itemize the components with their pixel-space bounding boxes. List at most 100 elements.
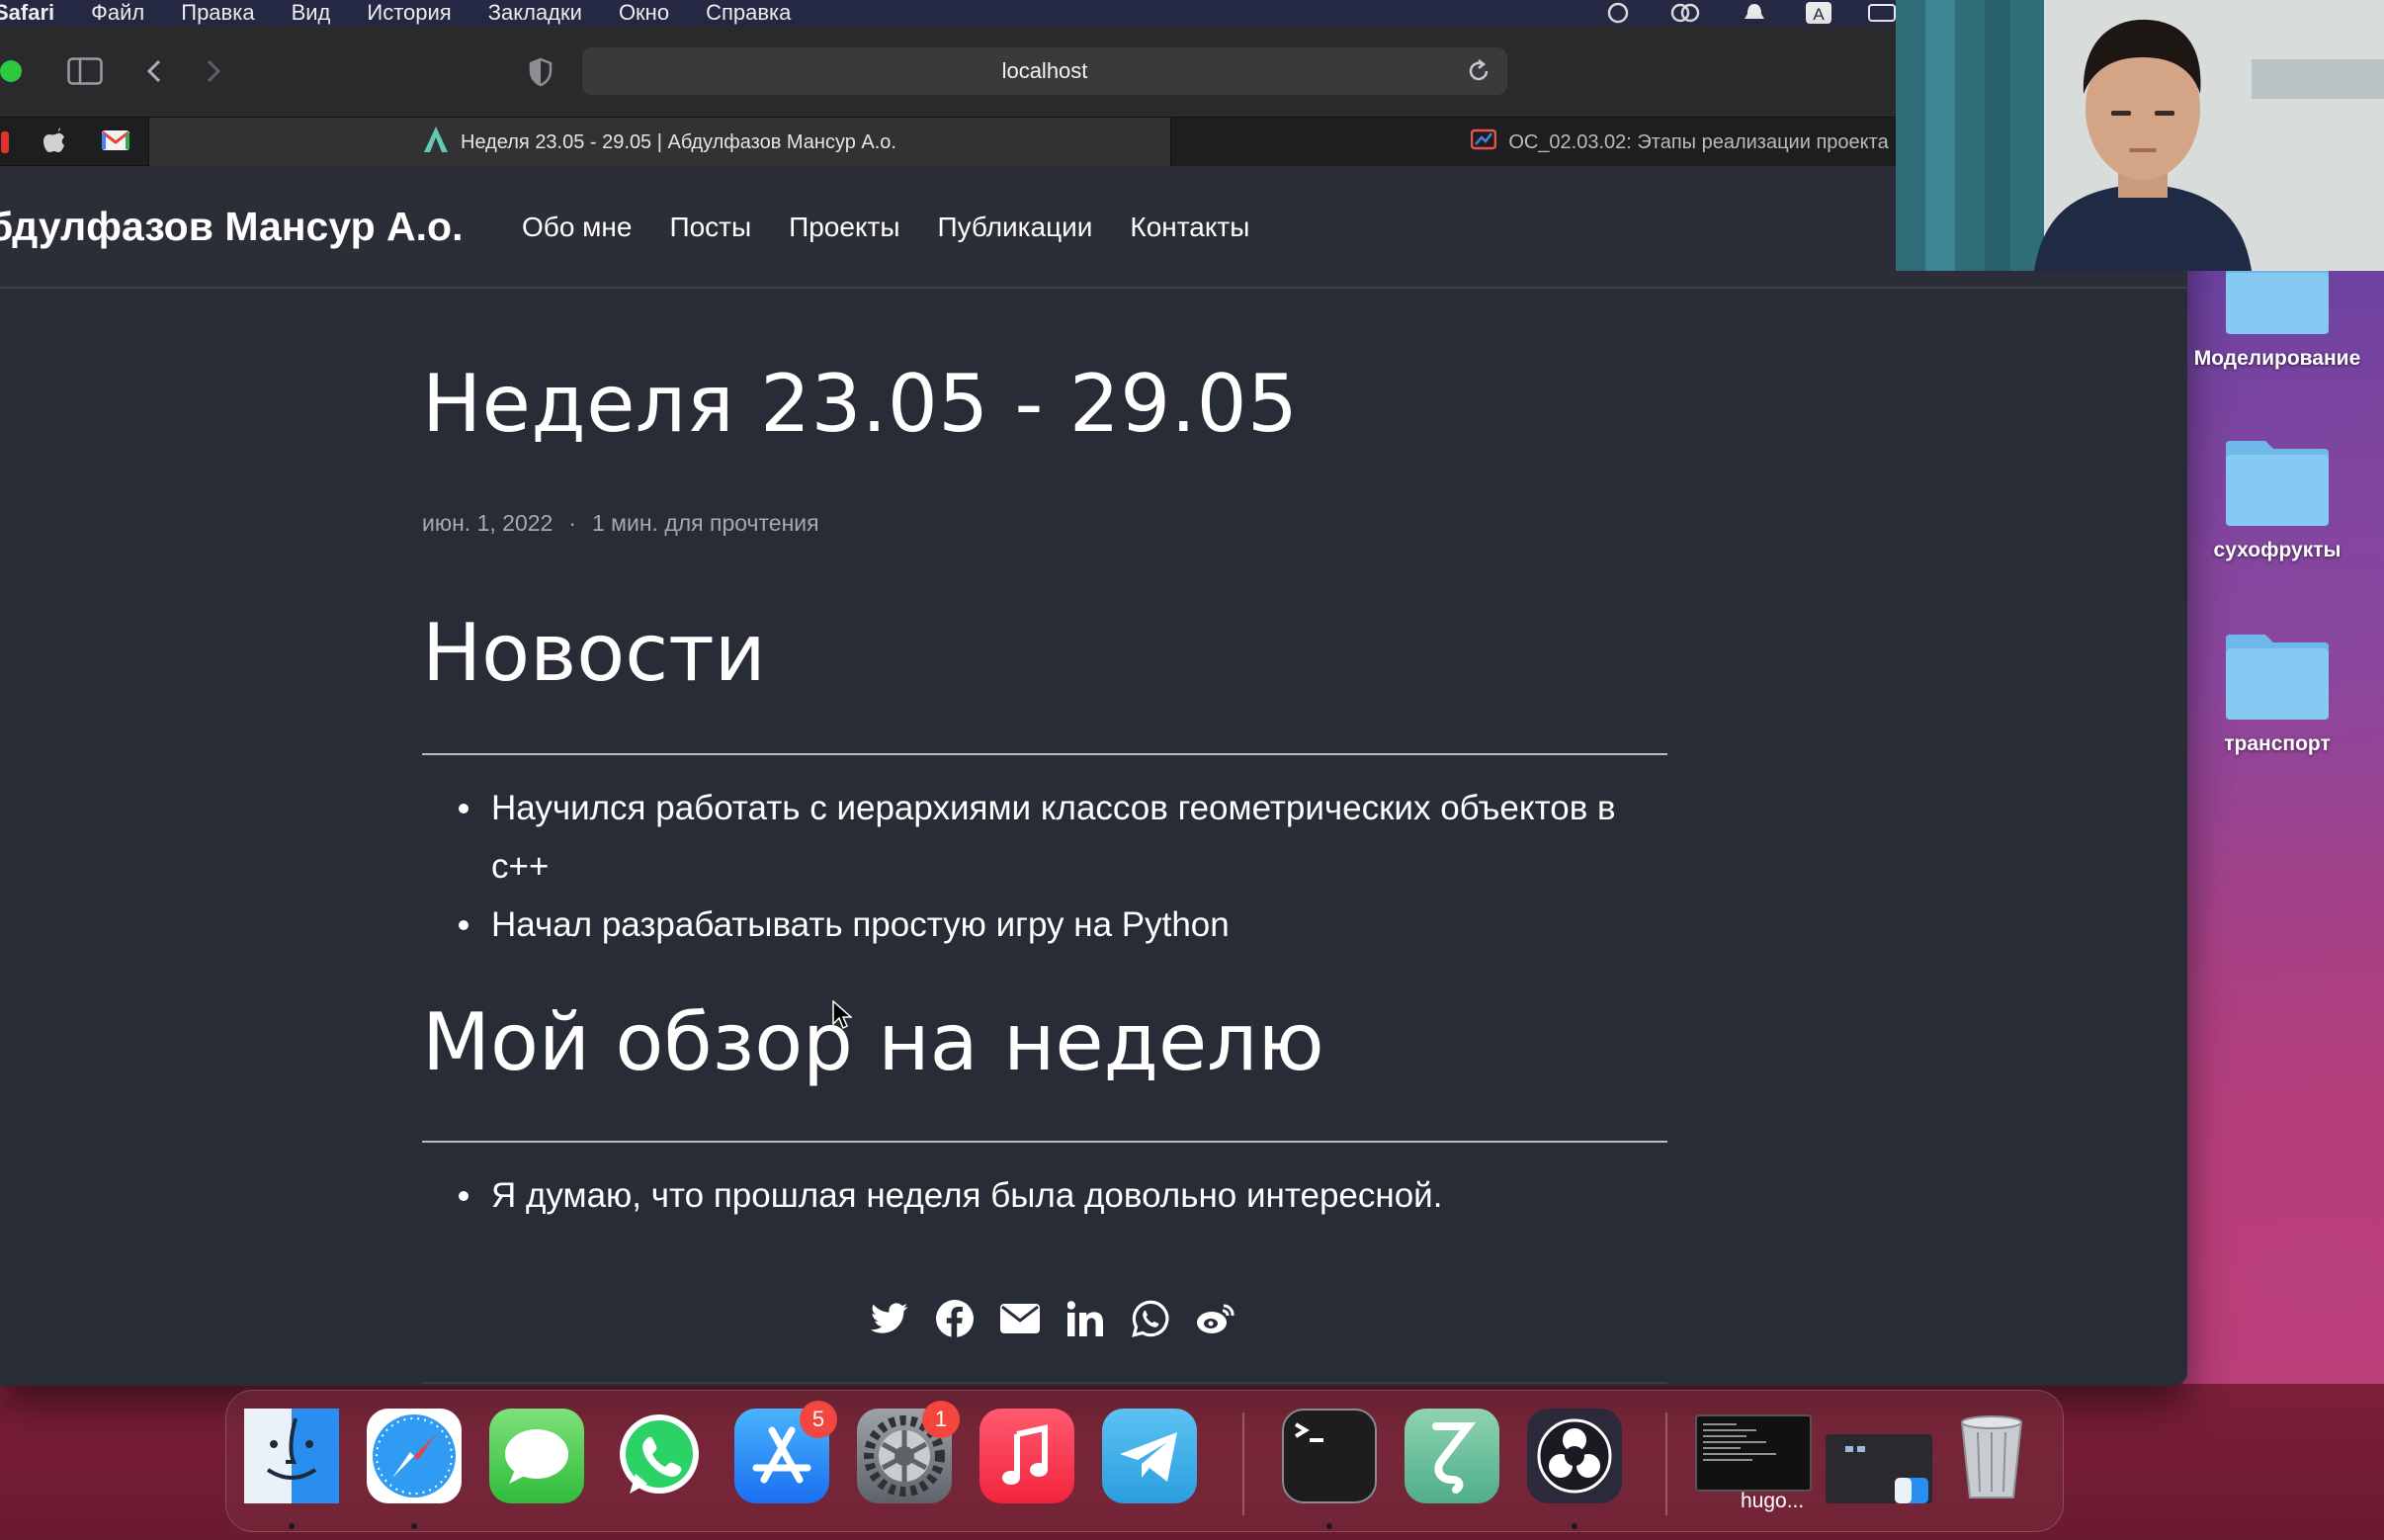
site-favicon-icon (423, 126, 449, 159)
dock-telegram[interactable] (1102, 1409, 1197, 1503)
twitter-icon (871, 1302, 908, 1339)
menu-file[interactable]: Файл (91, 0, 144, 26)
dock-minimized-terminal-window[interactable] (1695, 1414, 1812, 1492)
desktop-folder-transport[interactable]: транспорт (2178, 635, 2376, 756)
page-content: Неделя 23.05 - 29.05 июн. 1, 2022 · 1 мин.… (0, 289, 2187, 1386)
zeta-icon (1432, 1422, 1477, 1494)
folder-icon (2226, 441, 2329, 526)
dock-minimized-finder-window[interactable] (1826, 1434, 1932, 1503)
mouse-cursor-icon (832, 999, 853, 1035)
folder-label: Моделирование (2193, 347, 2361, 370)
share-twitter-button[interactable] (857, 1299, 922, 1342)
section-divider (422, 1141, 1667, 1143)
pinned-tab-gmail[interactable] (91, 118, 140, 167)
nav-publications[interactable]: Публикации (937, 212, 1092, 243)
dock-system-preferences[interactable]: 1 (857, 1401, 960, 1503)
menu-history[interactable]: История (367, 0, 451, 26)
section-divider (422, 753, 1667, 755)
list-item: Научился работать с иерархиями классов г… (422, 779, 1667, 896)
pinned-tab-apple[interactable] (30, 118, 79, 167)
share-weibo-button[interactable] (1183, 1299, 1248, 1342)
svg-text:A: A (1813, 5, 1825, 24)
dock-running-indicator (289, 1523, 295, 1529)
dock-writing-app[interactable] (1405, 1409, 1499, 1503)
dock-finder[interactable] (244, 1409, 339, 1503)
system-preferences-badge: 1 (922, 1401, 960, 1438)
list-item: Начал разрабатывать простую игру на Pyth… (422, 896, 1667, 954)
weibo-icon (1196, 1302, 1235, 1340)
email-icon (1000, 1303, 1040, 1338)
dock-trash[interactable] (1944, 1409, 2039, 1503)
section-heading-review: Мой обзор на неделю (422, 996, 1324, 1088)
back-icon[interactable] (144, 57, 164, 90)
sidebar-toggle-icon[interactable] (67, 57, 103, 90)
status-cc-icon[interactable] (1668, 0, 1702, 26)
share-buttons (857, 1299, 1248, 1342)
nav-posts[interactable]: Посты (669, 212, 751, 243)
messages-icon (505, 1429, 568, 1484)
folder-icon (2226, 635, 2329, 720)
review-list: Я думаю, что прошлая неделя была довольн… (422, 1166, 1667, 1225)
tab-favicon-icon (1471, 128, 1497, 156)
window-zoom-button[interactable] (0, 60, 22, 82)
nav-contacts[interactable]: Контакты (1130, 212, 1249, 243)
nav-about[interactable]: Обо мне (522, 212, 632, 243)
facebook-icon (936, 1299, 974, 1342)
pinned-tab-red[interactable] (0, 118, 10, 167)
webcam-person-image (1896, 0, 2384, 271)
safari-compass-icon (373, 1414, 456, 1497)
battery-icon[interactable] (1868, 0, 1896, 26)
webcam-overlay (1896, 0, 2384, 271)
menu-view[interactable]: Вид (292, 0, 331, 26)
safari-window: localhost Неделя 23.05 - 29.05 | Абдулфа… (0, 26, 2187, 1386)
share-facebook-button[interactable] (922, 1299, 987, 1342)
news-list: Научился работать с иерархиями классов г… (422, 779, 1667, 954)
status-creative-cloud-icon[interactable] (1603, 0, 1633, 26)
app-store-badge: 5 (800, 1401, 837, 1438)
dock-obs[interactable] (1527, 1409, 1622, 1503)
site-title[interactable]: бдулфазов Мансур А.о. (0, 204, 463, 250)
terminal-icon (1294, 1422, 1323, 1442)
folder-label: транспорт (2224, 732, 2331, 755)
post-title: Неделя 23.05 - 29.05 (422, 358, 1299, 450)
dock-running-indicator (411, 1523, 417, 1529)
nav-projects[interactable]: Проекты (789, 212, 899, 243)
desktop-folder-modeling[interactable]: Моделирование (2178, 259, 2376, 371)
terminal-thumbnail-icon (1703, 1423, 1776, 1461)
desktop-folder-dried-fruit[interactable]: сухофрукты (2178, 441, 2376, 562)
input-source-icon[interactable]: A (1805, 0, 1832, 26)
dock-safari[interactable] (367, 1409, 462, 1503)
menu-edit[interactable]: Правка (181, 0, 254, 26)
reading-time: 1 мин. для прочтения (592, 510, 819, 536)
menu-safari[interactable]: Safari (0, 0, 54, 26)
obs-icon (1537, 1418, 1612, 1494)
reload-icon[interactable] (1466, 57, 1491, 91)
site-header: бдулфазов Мансур А.о. Обо мне Посты Прое… (0, 166, 2187, 289)
dock-music[interactable] (979, 1409, 1074, 1503)
minimized-window-label: hugo... (1741, 1490, 1805, 1512)
menu-window[interactable]: Окно (619, 0, 669, 26)
dock-whatsapp[interactable] (612, 1409, 707, 1503)
share-linkedin-button[interactable] (1053, 1299, 1118, 1342)
trash-icon (1960, 1415, 2023, 1498)
whatsapp-app-icon (620, 1414, 699, 1494)
menu-help[interactable]: Справка (706, 0, 791, 26)
share-email-button[interactable] (987, 1299, 1053, 1342)
dock: 5 1 hugo... (225, 1390, 2064, 1532)
dock-separator (1242, 1412, 1244, 1515)
post-meta: июн. 1, 2022 · 1 мин. для прочтения (422, 510, 819, 537)
dock-messages[interactable] (489, 1409, 584, 1503)
forward-icon[interactable] (204, 57, 223, 90)
dock-terminal[interactable] (1282, 1409, 1377, 1503)
dock-separator (1665, 1412, 1667, 1515)
address-bar[interactable]: localhost (582, 47, 1507, 95)
finder-window-thumbnail-icon (1845, 1446, 1928, 1503)
privacy-shield-icon[interactable] (528, 57, 553, 92)
share-whatsapp-button[interactable] (1118, 1299, 1183, 1342)
tab-active[interactable]: Неделя 23.05 - 29.05 | Абдулфазов Мансур… (148, 118, 1171, 167)
post-date: июн. 1, 2022 (422, 510, 553, 536)
music-note-icon (1002, 1424, 1048, 1485)
notification-bell-icon[interactable] (1740, 0, 1769, 26)
dock-app-store[interactable]: 5 (734, 1401, 837, 1503)
menu-bookmarks[interactable]: Закладки (488, 0, 582, 26)
